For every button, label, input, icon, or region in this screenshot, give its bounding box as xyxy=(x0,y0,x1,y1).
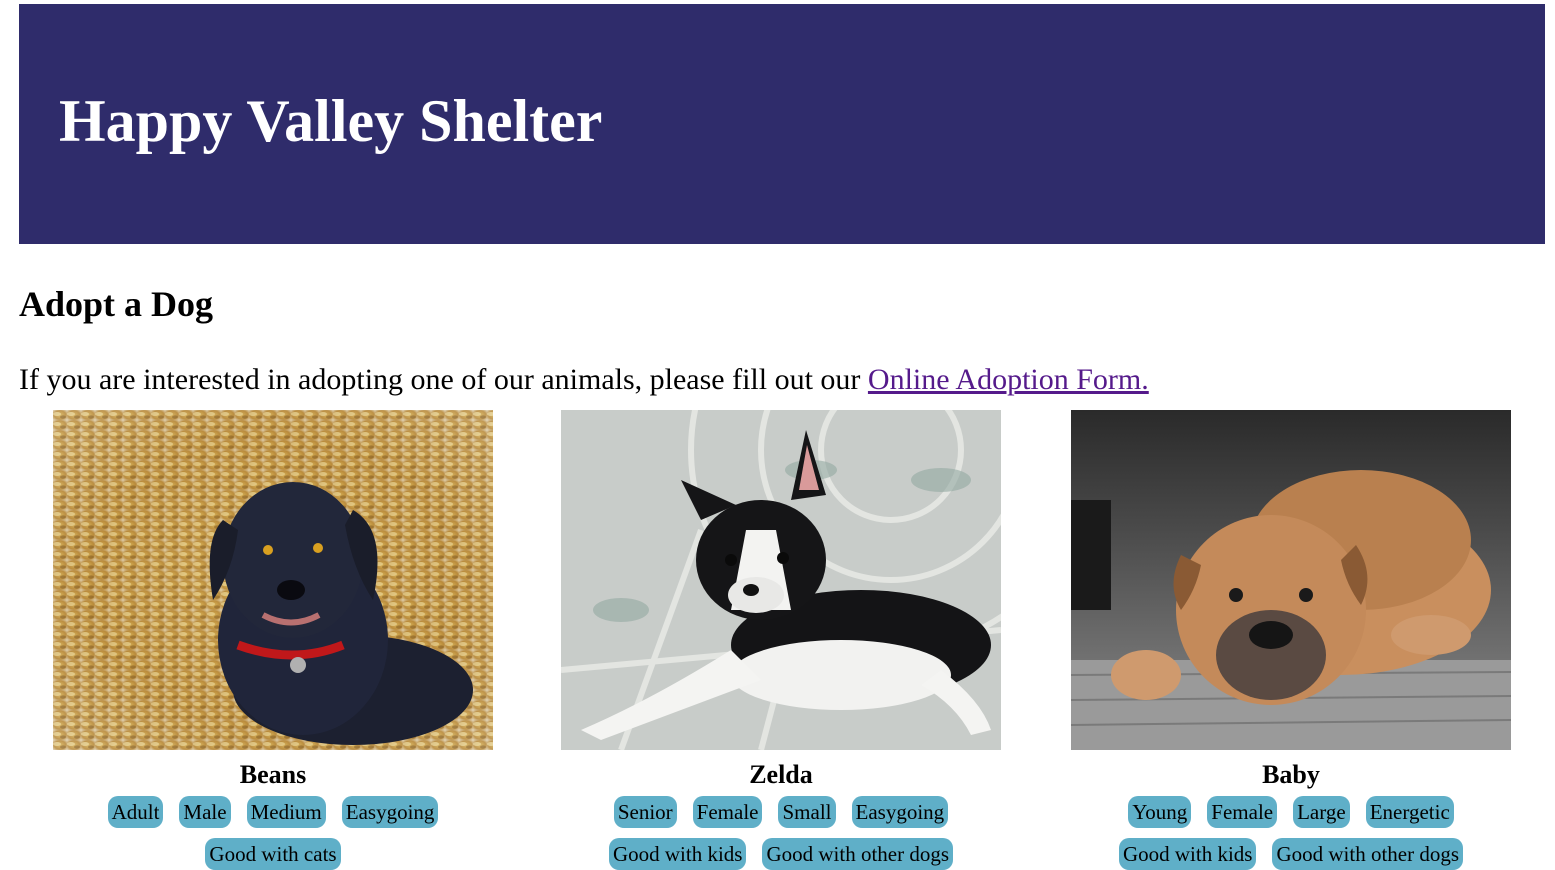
site-title: Happy Valley Shelter xyxy=(59,88,603,154)
dog-photo xyxy=(53,410,493,750)
tag-list: Senior Female Small Easygoing Good with … xyxy=(561,796,1001,870)
tag: Female xyxy=(692,796,763,828)
intro-paragraph: If you are interested in adopting one of… xyxy=(19,361,1149,399)
dog-photo xyxy=(1071,410,1511,750)
tag-list: Adult Male Medium Easygoing Good with ca… xyxy=(53,796,493,870)
tag: Good with kids xyxy=(1118,838,1257,870)
dog-name: Zelda xyxy=(749,760,813,789)
tag: Good with other dogs xyxy=(762,838,954,870)
tag: Male xyxy=(179,796,231,828)
tag: Easygoing xyxy=(341,796,439,828)
tag: Small xyxy=(778,796,836,828)
page-heading: Adopt a Dog xyxy=(19,284,214,324)
dog-card: Zelda Senior Female Small Easygoing Good… xyxy=(561,410,1001,870)
tag: Good with cats xyxy=(205,838,341,870)
tag: Large xyxy=(1293,796,1350,828)
dog-photo xyxy=(561,410,1001,750)
dog-card: Baby Young Female Large Energetic Good w… xyxy=(1071,410,1511,870)
tag: Good with other dogs xyxy=(1272,838,1464,870)
tag: Easygoing xyxy=(851,796,949,828)
site-header: Happy Valley Shelter xyxy=(19,4,1545,244)
dog-card: Beans Adult Male Medium Easygoing Good w… xyxy=(53,410,493,870)
tag: Adult xyxy=(107,796,164,828)
tag: Young xyxy=(1128,796,1192,828)
dog-name: Baby xyxy=(1262,760,1320,789)
intro-text: If you are interested in adopting one of… xyxy=(19,363,868,396)
dog-name: Beans xyxy=(239,760,307,789)
tag-list: Young Female Large Energetic Good with k… xyxy=(1071,796,1511,870)
tag: Senior xyxy=(613,796,677,828)
tag: Energetic xyxy=(1365,796,1454,828)
adoption-form-link[interactable]: Online Adoption Form. xyxy=(868,363,1149,396)
tag: Good with kids xyxy=(608,838,747,870)
tag: Female xyxy=(1207,796,1278,828)
tag: Medium xyxy=(246,796,326,828)
